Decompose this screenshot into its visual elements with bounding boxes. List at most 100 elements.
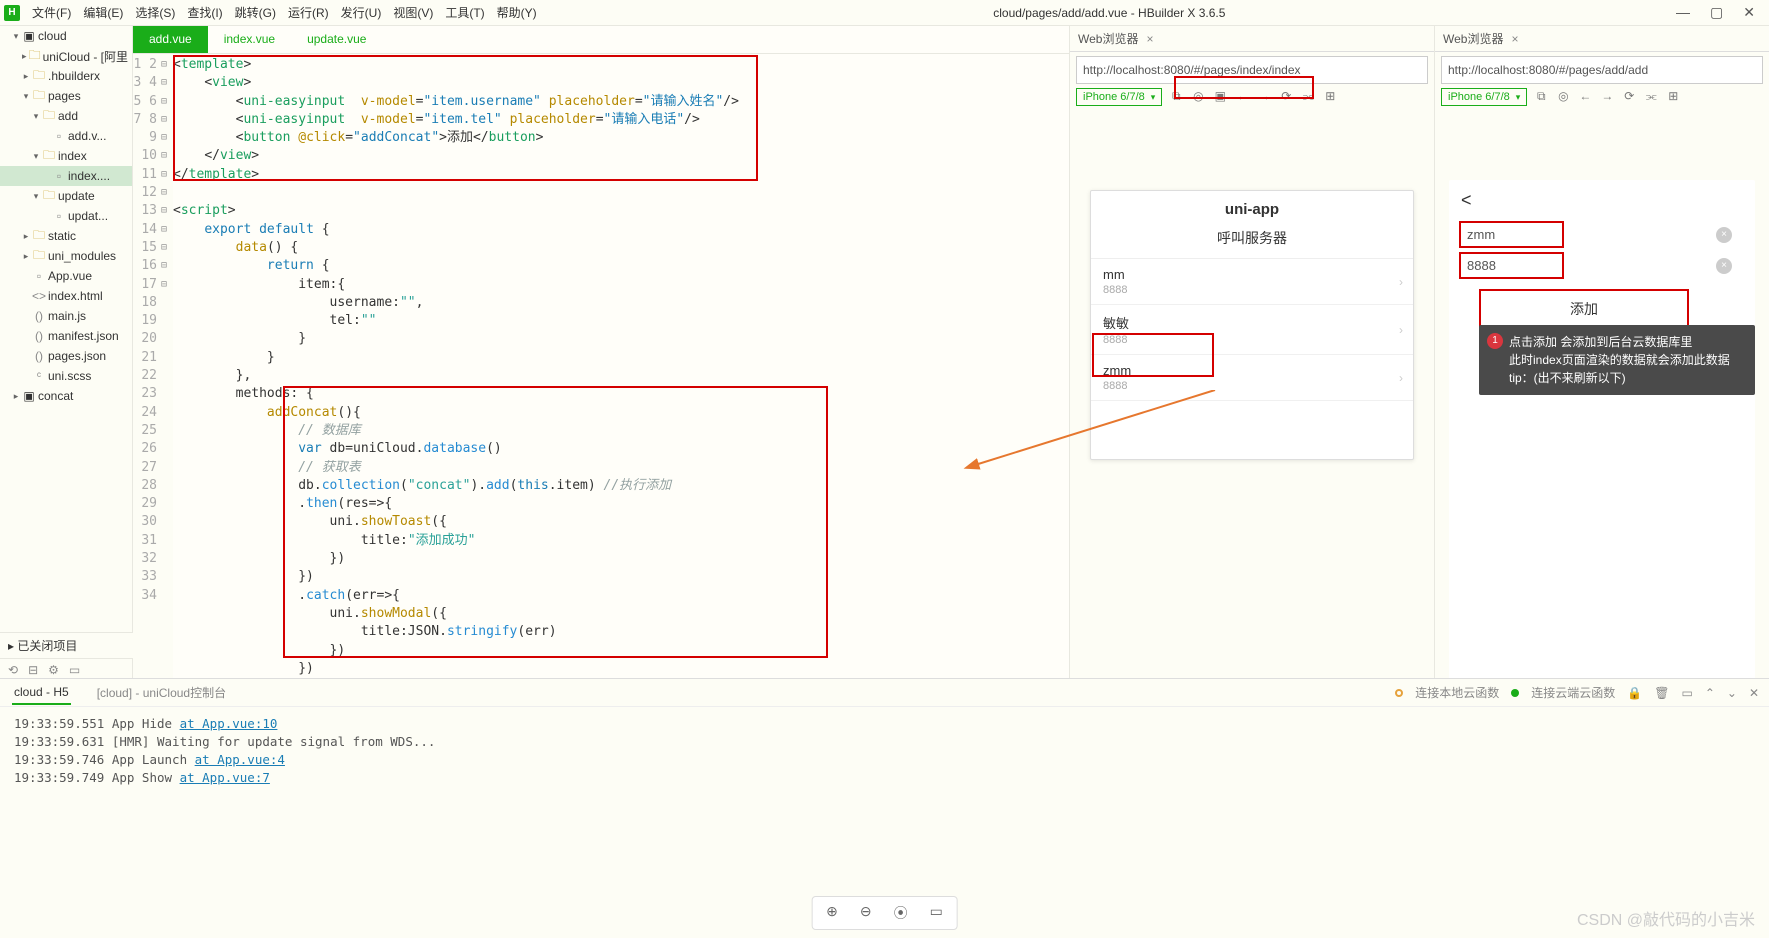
url-input[interactable]: http://localhost:8080/#/pages/add/add bbox=[1441, 56, 1763, 84]
status-cloud: 连接云端云函数 bbox=[1531, 684, 1615, 701]
console-tabs[interactable]: cloud - H5 [cloud] - uniCloud控制台 连接本地云函数… bbox=[0, 679, 1769, 707]
menu-item[interactable]: 文件(F) bbox=[26, 2, 77, 23]
tel-input[interactable]: 8888× bbox=[1459, 252, 1564, 279]
collapse-down-icon[interactable]: ⌄ bbox=[1727, 686, 1737, 700]
app-header: uni-app bbox=[1091, 191, 1413, 222]
list-item[interactable]: mm8888› bbox=[1091, 259, 1413, 305]
zoom-toolbar[interactable]: ⊕ ⊖ ⦿ ▭ bbox=[811, 896, 958, 930]
device-selector[interactable]: iPhone 6/7/8▾ bbox=[1076, 88, 1162, 106]
zoom-in-icon[interactable]: ⊕ bbox=[826, 903, 838, 923]
zoom-reset-icon[interactable]: ⦿ bbox=[894, 903, 908, 923]
url-input[interactable]: http://localhost:8080/#/pages/index/inde… bbox=[1076, 56, 1428, 84]
window-title: cloud/pages/add/add.vue - HBuilder X 3.6… bbox=[543, 6, 1676, 20]
menu-item[interactable]: 帮助(Y) bbox=[491, 2, 543, 23]
back-icon[interactable]: ← bbox=[1234, 89, 1250, 105]
menu-item[interactable]: 视图(V) bbox=[387, 2, 439, 23]
tree-node[interactable]: ▾🗀pages bbox=[0, 86, 132, 106]
grid-icon[interactable]: ⊞ bbox=[1665, 89, 1681, 105]
back-chevron-icon[interactable]: < bbox=[1449, 180, 1755, 217]
closed-projects[interactable]: ▸ 已关闭项目 bbox=[0, 632, 133, 658]
editor-tabs[interactable]: add.vueindex.vueupdate.vue bbox=[133, 26, 1069, 54]
refresh-icon[interactable]: ⟳ bbox=[1278, 89, 1294, 105]
watermark: CSDN @敲代码的小吉米 bbox=[1577, 906, 1755, 930]
menu-item[interactable]: 编辑(E) bbox=[77, 2, 129, 23]
chevron-right-icon: ▸ bbox=[8, 639, 17, 653]
browser-tab-bar: Web浏览器 × bbox=[1070, 26, 1434, 52]
list-item[interactable]: 敏敏8888› bbox=[1091, 305, 1413, 355]
lock-icon[interactable]: 🔒 bbox=[1627, 686, 1642, 700]
close-icon[interactable]: ✕ bbox=[1743, 4, 1755, 21]
clear-icon[interactable]: × bbox=[1716, 258, 1732, 274]
grid-icon[interactable]: ⊞ bbox=[1322, 89, 1338, 105]
tree-node[interactable]: ▫index.... bbox=[0, 166, 132, 186]
titlebar: H 文件(F)编辑(E)选择(S)查找(I)跳转(G)运行(R)发行(U)视图(… bbox=[0, 0, 1769, 26]
window-controls[interactable]: — ▢ ✕ bbox=[1676, 4, 1765, 21]
forward-icon[interactable]: → bbox=[1256, 89, 1272, 105]
dock-icon[interactable]: ▭ bbox=[1681, 686, 1692, 700]
tree-node[interactable]: ▫App.vue bbox=[0, 266, 132, 286]
menu-item[interactable]: 跳转(G) bbox=[229, 2, 282, 23]
tree-node[interactable]: <>index.html bbox=[0, 286, 132, 306]
add-button[interactable]: 添加 bbox=[1479, 289, 1689, 329]
forward-icon[interactable]: → bbox=[1599, 89, 1615, 105]
tree-node[interactable]: ▸🗀uni_modules bbox=[0, 246, 132, 266]
link-icon[interactable]: ⫘ bbox=[1643, 89, 1659, 105]
console-tab-h5[interactable]: cloud - H5 bbox=[12, 681, 71, 705]
console-tab-unicloud[interactable]: [cloud] - uniCloud控制台 bbox=[95, 680, 228, 705]
tree-node[interactable]: ()pages.json bbox=[0, 346, 132, 366]
console-panel: cloud - H5 [cloud] - uniCloud控制台 连接本地云函数… bbox=[0, 678, 1769, 938]
menu-item[interactable]: 选择(S) bbox=[129, 2, 181, 23]
tree-node[interactable]: ▸🗀static bbox=[0, 226, 132, 246]
tree-node[interactable]: ()manifest.json bbox=[0, 326, 132, 346]
minimize-icon[interactable]: — bbox=[1676, 4, 1690, 21]
browser-tab-bar: Web浏览器 × bbox=[1435, 26, 1769, 52]
list-item[interactable]: zmm8888› bbox=[1091, 355, 1413, 401]
menu-item[interactable]: 运行(R) bbox=[282, 2, 335, 23]
tree-node[interactable]: ▫updat... bbox=[0, 206, 132, 226]
new-window-icon[interactable]: ⧉ bbox=[1168, 89, 1184, 105]
tree-node[interactable]: ()main.js bbox=[0, 306, 132, 326]
snapshot-icon[interactable]: ▣ bbox=[1212, 89, 1228, 105]
target-icon[interactable]: ◎ bbox=[1555, 89, 1571, 105]
zoom-out-icon[interactable]: ⊖ bbox=[860, 903, 872, 923]
app-logo: H bbox=[4, 5, 20, 21]
tree-node[interactable]: ▸▣concat bbox=[0, 386, 132, 406]
tree-node[interactable]: ▾🗀index bbox=[0, 146, 132, 166]
tab-close-icon[interactable]: × bbox=[1146, 32, 1153, 46]
tree-node[interactable]: ▸🗀.hbuilderx bbox=[0, 66, 132, 86]
clear-icon[interactable]: × bbox=[1716, 227, 1732, 243]
username-input[interactable]: zmm× bbox=[1459, 221, 1564, 248]
menu-item[interactable]: 工具(T) bbox=[439, 2, 490, 23]
tree-node[interactable]: ▾▣cloud bbox=[0, 26, 132, 46]
fit-icon[interactable]: ▭ bbox=[930, 903, 943, 923]
close-panel-icon[interactable]: ✕ bbox=[1749, 686, 1759, 700]
tree-node[interactable]: ▾🗀update bbox=[0, 186, 132, 206]
menu-item[interactable]: 查找(I) bbox=[181, 2, 228, 23]
step-badge: 1 bbox=[1487, 333, 1503, 349]
tree-node[interactable]: ▫add.v... bbox=[0, 126, 132, 146]
trash-icon[interactable]: 🗑 bbox=[1654, 686, 1669, 700]
tree-node[interactable]: ▸🗀uniCloud - [阿里 bbox=[0, 46, 132, 66]
editor-tab[interactable]: index.vue bbox=[208, 26, 291, 53]
link-icon[interactable]: ⫘ bbox=[1300, 89, 1316, 105]
new-window-icon[interactable]: ⧉ bbox=[1533, 89, 1549, 105]
maximize-icon[interactable]: ▢ bbox=[1710, 4, 1723, 21]
back-icon[interactable]: ← bbox=[1577, 89, 1593, 105]
menu-item[interactable]: 发行(U) bbox=[335, 2, 388, 23]
editor-tab[interactable]: update.vue bbox=[291, 26, 382, 53]
device-selector[interactable]: iPhone 6/7/8▾ bbox=[1441, 88, 1527, 106]
refresh-icon[interactable]: ⟳ bbox=[1621, 89, 1637, 105]
collapse-icon[interactable]: ⊟ bbox=[28, 663, 38, 677]
tree-node[interactable]: ▾🗀add bbox=[0, 106, 132, 126]
chevron-down-icon: ▾ bbox=[1516, 92, 1521, 103]
editor-tab[interactable]: add.vue bbox=[133, 26, 208, 53]
main-menu[interactable]: 文件(F)编辑(E)选择(S)查找(I)跳转(G)运行(R)发行(U)视图(V)… bbox=[26, 2, 543, 23]
tree-node[interactable]: ᶜuni.scss bbox=[0, 366, 132, 386]
collapse-up-icon[interactable]: ⌃ bbox=[1705, 686, 1715, 700]
settings-icon[interactable]: ⚙ bbox=[48, 663, 59, 677]
sync-icon[interactable]: ⟲ bbox=[8, 663, 18, 677]
tab-close-icon[interactable]: × bbox=[1511, 32, 1518, 46]
console-output[interactable]: 19:33:59.551 App Hide at App.vue:1019:33… bbox=[0, 707, 1769, 795]
terminal-icon[interactable]: ▭ bbox=[69, 663, 80, 677]
target-icon[interactable]: ◎ bbox=[1190, 89, 1206, 105]
